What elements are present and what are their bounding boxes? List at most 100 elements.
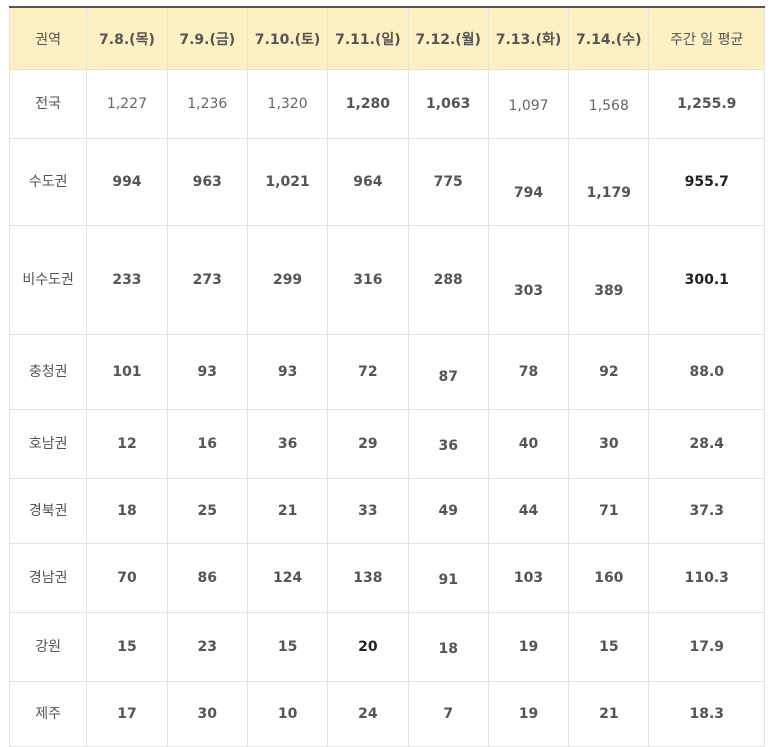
average-cell: 955.7	[648, 138, 765, 226]
value-cell: 299	[246, 225, 329, 335]
value-cell: 21	[568, 681, 650, 747]
header-day: 7.14.(수)	[568, 6, 650, 70]
value-cell: 20	[327, 612, 409, 682]
value-cell: 44	[487, 478, 570, 544]
region-cell: 수도권	[8, 138, 88, 226]
value-cell: 1,021	[246, 138, 329, 226]
value-cell: 288	[407, 225, 489, 335]
value-cell: 70	[86, 543, 168, 613]
table-row: 경북권 18 25 21 33 49 44 71 37.3	[8, 478, 765, 544]
table-row: 호남권 12 16 36 29 36 40 30 28.4	[8, 409, 765, 479]
value-cell: 16	[166, 409, 248, 479]
average-cell: 28.4	[648, 409, 765, 479]
region-cell: 경남권	[8, 543, 88, 613]
value-cell: 24	[327, 681, 409, 747]
value-cell: 30	[568, 409, 650, 479]
value-cell: 316	[327, 225, 409, 335]
value-cell: 25	[166, 478, 248, 544]
header-day: 7.13.(화)	[487, 6, 570, 70]
value-cell: 19	[487, 681, 570, 747]
table-row: 충청권 101 93 93 72 87 78 92 88.0	[8, 334, 765, 410]
value-cell: 794	[487, 138, 570, 226]
value-cell: 93	[166, 334, 248, 410]
value-cell: 36	[407, 409, 489, 479]
value-cell: 36	[246, 409, 329, 479]
regional-cases-table: 권역 7.8.(목) 7.9.(금) 7.10.(토) 7.11.(일) 7.1…	[8, 6, 765, 747]
value-cell: 15	[246, 612, 329, 682]
value-cell: 12	[86, 409, 168, 479]
value-cell: 101	[86, 334, 168, 410]
value-cell: 233	[86, 225, 168, 335]
value-cell: 29	[327, 409, 409, 479]
value-cell: 19	[487, 612, 570, 682]
value-cell: 21	[246, 478, 329, 544]
value-cell: 23	[166, 612, 248, 682]
value-cell: 78	[487, 334, 570, 410]
value-cell: 91	[407, 543, 489, 613]
value-cell: 10	[246, 681, 329, 747]
region-cell: 전국	[8, 69, 88, 139]
value-cell: 86	[166, 543, 248, 613]
table-row: 비수도권 233 273 299 316 288 303 389 300.1	[8, 225, 765, 335]
value-cell: 303	[487, 225, 570, 335]
header-day: 7.9.(금)	[166, 6, 248, 70]
value-cell: 72	[327, 334, 409, 410]
header-row: 권역 7.8.(목) 7.9.(금) 7.10.(토) 7.11.(일) 7.1…	[8, 6, 765, 70]
value-cell: 160	[568, 543, 650, 613]
value-cell: 87	[407, 334, 489, 410]
average-cell: 110.3	[648, 543, 765, 613]
region-cell: 비수도권	[8, 225, 88, 335]
region-cell: 경북권	[8, 478, 88, 544]
table-row: 경남권 70 86 124 138 91 103 160 110.3	[8, 543, 765, 613]
region-cell: 강원	[8, 612, 88, 682]
value-cell: 273	[166, 225, 248, 335]
value-cell: 7	[407, 681, 489, 747]
value-cell: 964	[327, 138, 409, 226]
value-cell: 1,179	[568, 138, 650, 226]
value-cell: 1,063	[407, 69, 489, 139]
table-row: 수도권 994 963 1,021 964 775 794 1,179 955.…	[8, 138, 765, 226]
value-cell: 1,236	[166, 69, 248, 139]
average-cell: 300.1	[648, 225, 765, 335]
table-row: 전국 1,227 1,236 1,320 1,280 1,063 1,097 1…	[8, 69, 765, 139]
value-cell: 30	[166, 681, 248, 747]
average-cell: 88.0	[648, 334, 765, 410]
region-cell: 제주	[8, 681, 88, 747]
value-cell: 40	[487, 409, 570, 479]
header-day: 7.12.(월)	[407, 6, 489, 70]
value-cell: 1,227	[86, 69, 168, 139]
region-cell: 충청권	[8, 334, 88, 410]
value-cell: 15	[568, 612, 650, 682]
value-cell: 17	[86, 681, 168, 747]
region-cell: 호남권	[8, 409, 88, 479]
value-cell: 138	[327, 543, 409, 613]
header-weekly-average: 주간 일 평균	[648, 6, 765, 70]
value-cell: 33	[327, 478, 409, 544]
average-cell: 17.9	[648, 612, 765, 682]
table-container: 권역 7.8.(목) 7.9.(금) 7.10.(토) 7.11.(일) 7.1…	[8, 6, 765, 747]
average-cell: 18.3	[648, 681, 765, 747]
value-cell: 1,320	[246, 69, 329, 139]
value-cell: 15	[86, 612, 168, 682]
value-cell: 18	[86, 478, 168, 544]
value-cell: 1,280	[327, 69, 409, 139]
value-cell: 103	[487, 543, 570, 613]
value-cell: 92	[568, 334, 650, 410]
value-cell: 775	[407, 138, 489, 226]
value-cell: 389	[568, 225, 650, 335]
value-cell: 1,568	[568, 69, 650, 139]
header-day: 7.10.(토)	[246, 6, 329, 70]
value-cell: 49	[407, 478, 489, 544]
value-cell: 124	[246, 543, 329, 613]
average-cell: 1,255.9	[648, 69, 765, 139]
header-region: 권역	[8, 6, 88, 70]
value-cell: 18	[407, 612, 489, 682]
value-cell: 963	[166, 138, 248, 226]
header-day: 7.11.(일)	[327, 6, 409, 70]
value-cell: 994	[86, 138, 168, 226]
value-cell: 1,097	[487, 69, 570, 139]
value-cell: 71	[568, 478, 650, 544]
header-day: 7.8.(목)	[86, 6, 168, 70]
table-row: 제주 17 30 10 24 7 19 21 18.3	[8, 681, 765, 747]
table-row: 강원 15 23 15 20 18 19 15 17.9	[8, 612, 765, 682]
